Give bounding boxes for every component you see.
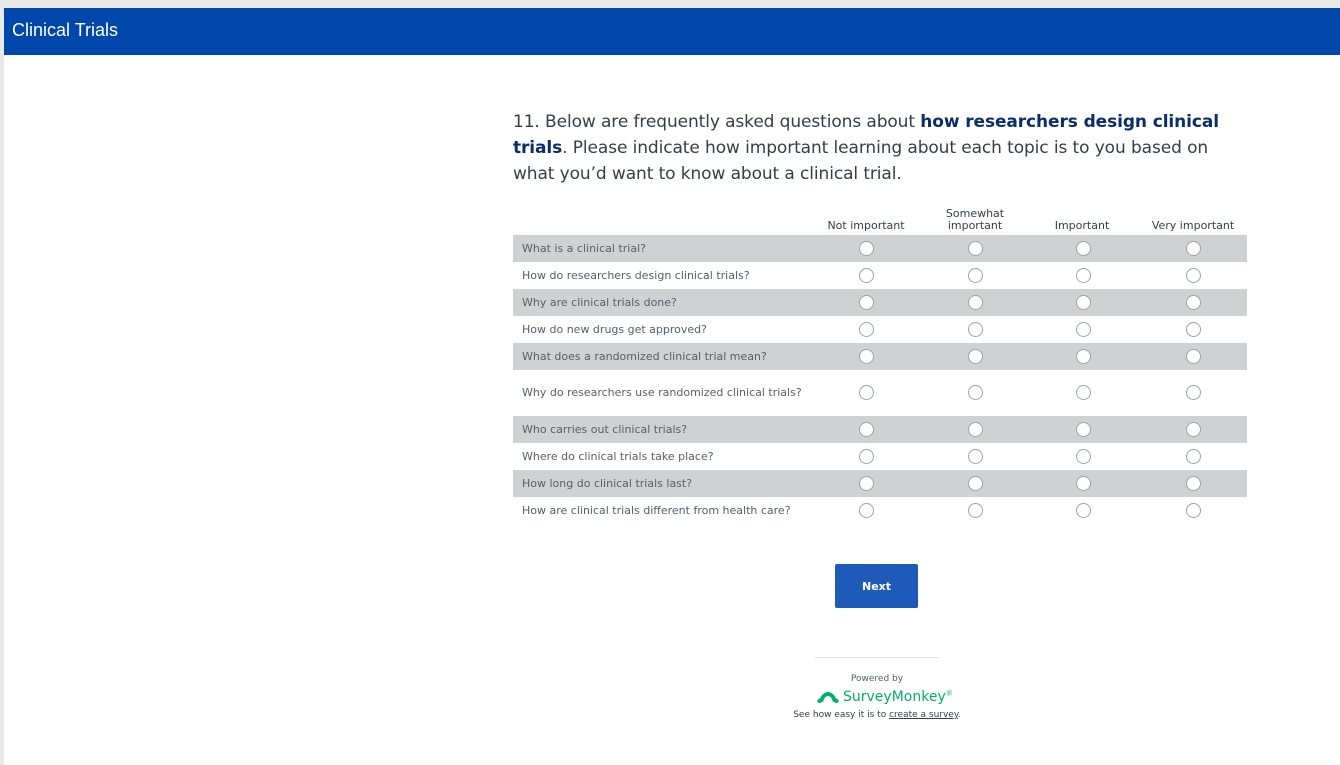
question-text: 11. Below are frequently asked questions… bbox=[513, 109, 1253, 187]
create-survey-promo: See how easy it is to create a survey. bbox=[774, 710, 980, 720]
radio-somewhat-important[interactable] bbox=[968, 421, 983, 437]
radio-somewhat-important[interactable] bbox=[968, 475, 983, 491]
matrix-column-headers: Not important Somewhat important Importa… bbox=[513, 203, 1247, 235]
matrix-question: Not important Somewhat important Importa… bbox=[513, 203, 1247, 524]
matrix-row-label: Who carries out clinical trials? bbox=[522, 422, 688, 436]
matrix-row: How do researchers design clinical trial… bbox=[513, 262, 1247, 289]
radio-important[interactable] bbox=[1076, 348, 1091, 364]
matrix-row-label: What is a clinical trial? bbox=[522, 241, 646, 255]
surveymonkey-brand[interactable]: SurveyMonkey® bbox=[817, 689, 957, 707]
radio-not-important[interactable] bbox=[859, 321, 874, 337]
radio-not-important[interactable] bbox=[859, 267, 874, 283]
survey-header: Clinical Trials bbox=[4, 8, 1340, 55]
matrix-row: How are clinical trials different from h… bbox=[513, 497, 1247, 524]
column-header-somewhat-important: Somewhat important bbox=[945, 207, 1005, 232]
radio-not-important[interactable] bbox=[859, 448, 874, 464]
surveymonkey-logo-icon bbox=[817, 692, 839, 703]
matrix-row: Where do clinical trials take place? bbox=[513, 443, 1247, 470]
radio-not-important[interactable] bbox=[859, 475, 874, 491]
radio-very-important[interactable] bbox=[1186, 421, 1201, 437]
matrix-row: What is a clinical trial? bbox=[513, 235, 1247, 262]
radio-important[interactable] bbox=[1076, 475, 1091, 491]
radio-not-important[interactable] bbox=[859, 294, 874, 310]
column-header-very-important: Very important bbox=[1151, 219, 1235, 232]
column-header-not-important: Not important bbox=[827, 219, 905, 232]
create-survey-link[interactable]: create a survey bbox=[889, 710, 958, 720]
radio-important[interactable] bbox=[1076, 240, 1091, 256]
matrix-row: How do new drugs get approved? bbox=[513, 316, 1247, 343]
matrix-row: How long do clinical trials last? bbox=[513, 470, 1247, 497]
radio-somewhat-important[interactable] bbox=[968, 267, 983, 283]
radio-somewhat-important[interactable] bbox=[968, 385, 983, 400]
radio-not-important[interactable] bbox=[859, 240, 874, 256]
radio-somewhat-important[interactable] bbox=[968, 294, 983, 310]
see-how-text: See how easy it is to bbox=[793, 710, 890, 720]
matrix-row: Why do researchers use randomized clinic… bbox=[513, 370, 1247, 416]
next-button[interactable]: Next bbox=[835, 564, 918, 608]
radio-very-important[interactable] bbox=[1186, 348, 1201, 364]
question-text-after: . Please indicate how important learning… bbox=[513, 138, 1209, 184]
matrix-row-label: Why are clinical trials done? bbox=[522, 295, 677, 309]
matrix-row: What does a randomized clinical trial me… bbox=[513, 343, 1247, 370]
radio-not-important[interactable] bbox=[859, 348, 874, 364]
footer-divider bbox=[815, 657, 939, 658]
radio-somewhat-important[interactable] bbox=[968, 240, 983, 256]
see-how-period: . bbox=[957, 710, 961, 720]
radio-important[interactable] bbox=[1076, 385, 1091, 400]
radio-important[interactable] bbox=[1076, 267, 1091, 283]
radio-not-important[interactable] bbox=[859, 502, 874, 518]
radio-somewhat-important[interactable] bbox=[968, 321, 983, 337]
radio-important[interactable] bbox=[1076, 321, 1091, 337]
radio-important[interactable] bbox=[1076, 448, 1091, 464]
radio-important[interactable] bbox=[1076, 502, 1091, 518]
powered-by-label: Powered by bbox=[850, 674, 904, 684]
matrix-row-label: How do researchers design clinical trial… bbox=[522, 268, 750, 282]
question-text-before: 11. Below are frequently asked questions… bbox=[513, 112, 921, 132]
radio-very-important[interactable] bbox=[1186, 448, 1201, 464]
radio-very-important[interactable] bbox=[1186, 321, 1201, 337]
matrix-row-label: Why do researchers use randomized clinic… bbox=[522, 386, 802, 399]
matrix-row-label: How are clinical trials different from h… bbox=[522, 503, 791, 517]
column-header-important: Important bbox=[1054, 219, 1110, 232]
radio-somewhat-important[interactable] bbox=[968, 448, 983, 464]
brand-trademark: ® bbox=[945, 689, 953, 698]
radio-very-important[interactable] bbox=[1186, 475, 1201, 491]
survey-page: Clinical Trials 11. Below are frequently… bbox=[4, 8, 1340, 765]
matrix-row-label: Where do clinical trials take place? bbox=[522, 449, 714, 463]
brand-name-text: SurveyMonkey bbox=[843, 689, 946, 705]
radio-not-important[interactable] bbox=[859, 421, 874, 437]
radio-very-important[interactable] bbox=[1186, 240, 1201, 256]
radio-very-important[interactable] bbox=[1186, 502, 1201, 518]
matrix-row-label: What does a randomized clinical trial me… bbox=[522, 349, 767, 363]
radio-not-important[interactable] bbox=[859, 385, 874, 400]
matrix-row-label: How long do clinical trials last? bbox=[522, 476, 693, 490]
radio-somewhat-important[interactable] bbox=[968, 348, 983, 364]
matrix-rows: What is a clinical trial? How do research… bbox=[513, 235, 1247, 524]
radio-important[interactable] bbox=[1076, 421, 1091, 437]
matrix-row: Who carries out clinical trials? bbox=[513, 416, 1247, 443]
surveymonkey-wordmark: SurveyMonkey® bbox=[843, 689, 953, 705]
matrix-row-label: How do new drugs get approved? bbox=[522, 322, 707, 336]
matrix-row: Why are clinical trials done? bbox=[513, 289, 1247, 316]
radio-very-important[interactable] bbox=[1186, 385, 1201, 400]
radio-important[interactable] bbox=[1076, 294, 1091, 310]
radio-very-important[interactable] bbox=[1186, 294, 1201, 310]
radio-very-important[interactable] bbox=[1186, 267, 1201, 283]
radio-somewhat-important[interactable] bbox=[968, 502, 983, 518]
survey-title: Clinical Trials bbox=[12, 20, 119, 40]
